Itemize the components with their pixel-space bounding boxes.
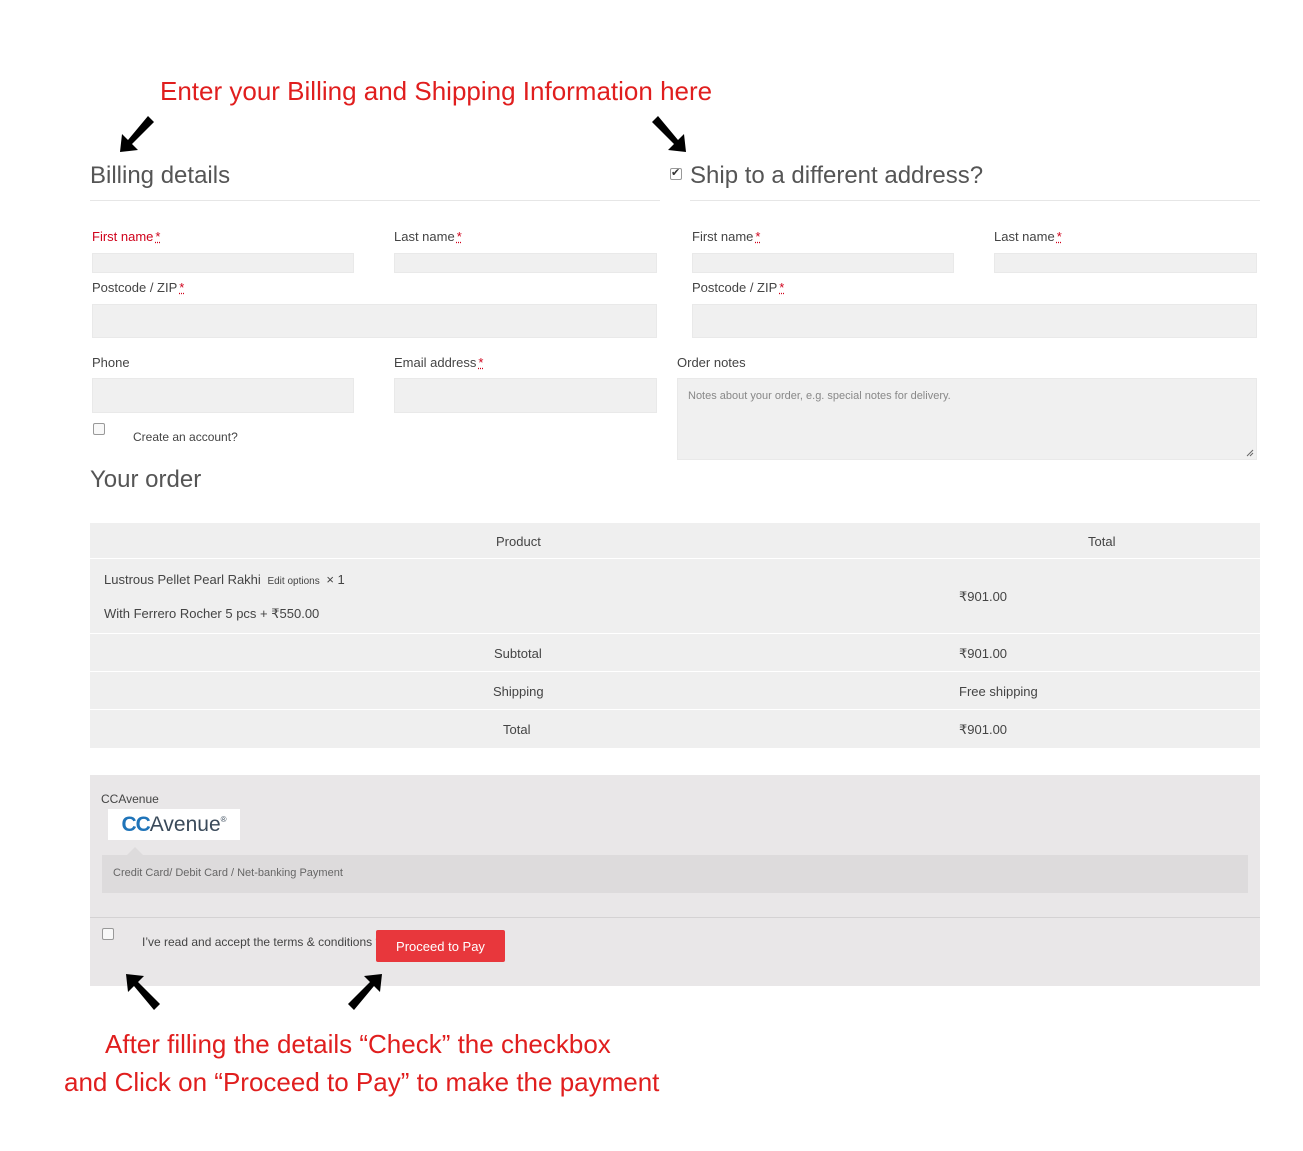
subtotal-label: Subtotal — [494, 646, 542, 661]
product-quantity: × 1 — [326, 572, 345, 587]
billing-phone-input[interactable] — [92, 378, 354, 413]
total-value: ₹901.00 — [959, 722, 1008, 737]
proceed-to-pay-button[interactable]: Proceed to Pay — [376, 930, 505, 962]
shipping-value: Free shipping — [959, 684, 1038, 699]
resize-handle-icon[interactable] — [1246, 449, 1254, 457]
order-notes-placeholder: Notes about your order, e.g. special not… — [688, 390, 951, 402]
payment-description-box: Credit Card/ Debit Card / Net-banking Pa… — [102, 847, 1248, 893]
arrow-up-left-icon — [126, 974, 160, 1010]
payment-method-label: CCAvenue — [101, 792, 159, 806]
arrow-up-right-icon — [348, 974, 382, 1010]
edit-options-link[interactable]: Edit options — [267, 576, 319, 587]
total-label: Total — [503, 722, 531, 737]
create-account-checkbox[interactable] — [93, 423, 105, 435]
order-table-header: Product Total — [90, 523, 1260, 559]
header-total: Total — [1088, 534, 1116, 549]
product-option: With Ferrero Rocher 5 pcs + ₹550.00 — [104, 606, 320, 621]
arrow-down-right-icon — [652, 116, 686, 152]
subtotal-row: Subtotal ₹901.00 — [90, 634, 1260, 672]
billing-last-name-input[interactable] — [394, 253, 657, 273]
billing-postcode-label: Postcode / ZIP * — [92, 280, 185, 295]
billing-last-name-label: Last name * — [394, 229, 462, 244]
shipping-postcode-label: Postcode / ZIP * — [692, 280, 785, 295]
shipping-postcode-input[interactable] — [692, 304, 1257, 338]
shipping-first-name-input[interactable] — [692, 253, 954, 273]
caret-up-icon — [127, 847, 143, 855]
shipping-label: Shipping — [493, 684, 544, 699]
order-title: Your order — [90, 466, 202, 493]
shipping-row: Shipping Free shipping — [90, 672, 1260, 710]
payment-description: Credit Card/ Debit Card / Net-banking Pa… — [113, 867, 343, 879]
billing-postcode-input[interactable] — [92, 304, 657, 338]
shipping-first-name-label: First name * — [692, 229, 761, 244]
shipping-last-name-input[interactable] — [994, 253, 1257, 273]
create-account-label: Create an account? — [133, 430, 238, 444]
ccavenue-logo: CC Avenue ® — [108, 809, 240, 840]
product-name-line: Lustrous Pellet Pearl Rakhi Edit options… — [104, 572, 345, 587]
billing-email-label: Email address * — [394, 355, 484, 370]
terms-label: I’ve read and accept the terms & conditi… — [142, 935, 380, 949]
shipping-divider — [690, 200, 1260, 201]
product-total: ₹901.00 — [959, 589, 1008, 604]
billing-phone-label: Phone — [92, 355, 130, 370]
shipping-last-name-label: Last name * — [994, 229, 1062, 244]
total-row: Total ₹901.00 — [90, 710, 1260, 748]
billing-first-name-input[interactable] — [92, 253, 354, 273]
billing-divider — [90, 200, 660, 201]
ship-different-checkbox[interactable] — [670, 166, 682, 180]
billing-first-name-label: First name * — [92, 229, 161, 244]
header-product: Product — [496, 534, 541, 549]
arrow-down-left-icon — [120, 116, 154, 152]
terms-checkbox[interactable] — [102, 928, 114, 940]
order-notes-textarea[interactable]: Notes about your order, e.g. special not… — [677, 378, 1257, 460]
billing-title: Billing details — [90, 162, 231, 189]
table-row: Lustrous Pellet Pearl Rakhi Edit options… — [90, 559, 1260, 634]
subtotal-value: ₹901.00 — [959, 646, 1008, 661]
order-notes-label: Order notes — [677, 355, 746, 370]
annotation-bottom-line1: After filling the details “Check” the ch… — [105, 1029, 611, 1059]
annotation-bottom-line2: and Click on “Proceed to Pay” to make th… — [64, 1067, 660, 1097]
product-name: Lustrous Pellet Pearl Rakhi — [104, 572, 261, 587]
shipping-title: Ship to a different address? — [690, 162, 984, 189]
annotation-top: Enter your Billing and Shipping Informat… — [160, 76, 713, 106]
billing-email-input[interactable] — [394, 378, 657, 413]
payment-divider — [90, 917, 1260, 918]
